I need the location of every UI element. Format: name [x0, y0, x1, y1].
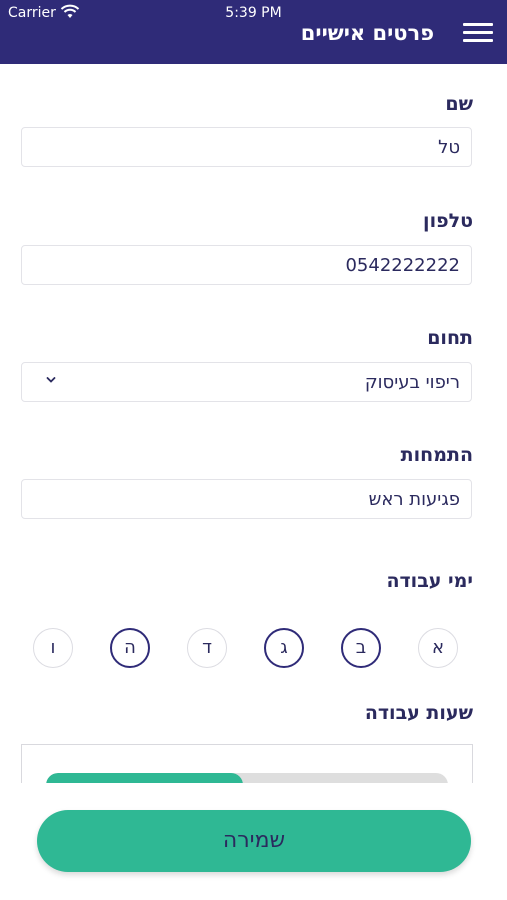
- name-label: שם: [445, 93, 473, 115]
- work-hours-label: שעות עבודה: [364, 702, 473, 724]
- name-value: טל: [438, 137, 460, 158]
- specialty-field[interactable]: פגיעות ראש: [21, 479, 472, 519]
- page-title: פרטים אישיים: [300, 21, 434, 45]
- day-toggle-bet[interactable]: ב: [341, 628, 381, 668]
- name-field[interactable]: טל: [21, 127, 472, 167]
- day-toggle-gimel[interactable]: ג: [264, 628, 304, 668]
- phone-field[interactable]: 0542222222: [21, 245, 472, 285]
- phone-label: טלפון: [423, 210, 473, 232]
- phone-value: 0542222222: [345, 255, 460, 276]
- field-select-value: ריפוי בעיסוק: [364, 372, 460, 393]
- hamburger-menu-icon[interactable]: [463, 23, 493, 43]
- day-toggle-vav[interactable]: ו: [33, 628, 73, 668]
- specialty-label: התמחות: [400, 444, 473, 466]
- save-button[interactable]: שמירה: [37, 810, 471, 872]
- day-toggle-aleph[interactable]: א: [418, 628, 458, 668]
- field-select[interactable]: ריפוי בעיסוק: [21, 362, 472, 402]
- status-time: 5:39 PM: [225, 5, 282, 21]
- specialty-value: פגיעות ראש: [368, 489, 460, 510]
- day-toggle-dalet[interactable]: ד: [187, 628, 227, 668]
- chevron-down-icon: [46, 377, 56, 383]
- work-days-label: ימי עבודה: [386, 570, 473, 592]
- day-toggle-he[interactable]: ה: [110, 628, 150, 668]
- field-label: תחום: [427, 327, 473, 349]
- app-header: Carrier 5:39 PM פרטים אישיים: [0, 0, 507, 64]
